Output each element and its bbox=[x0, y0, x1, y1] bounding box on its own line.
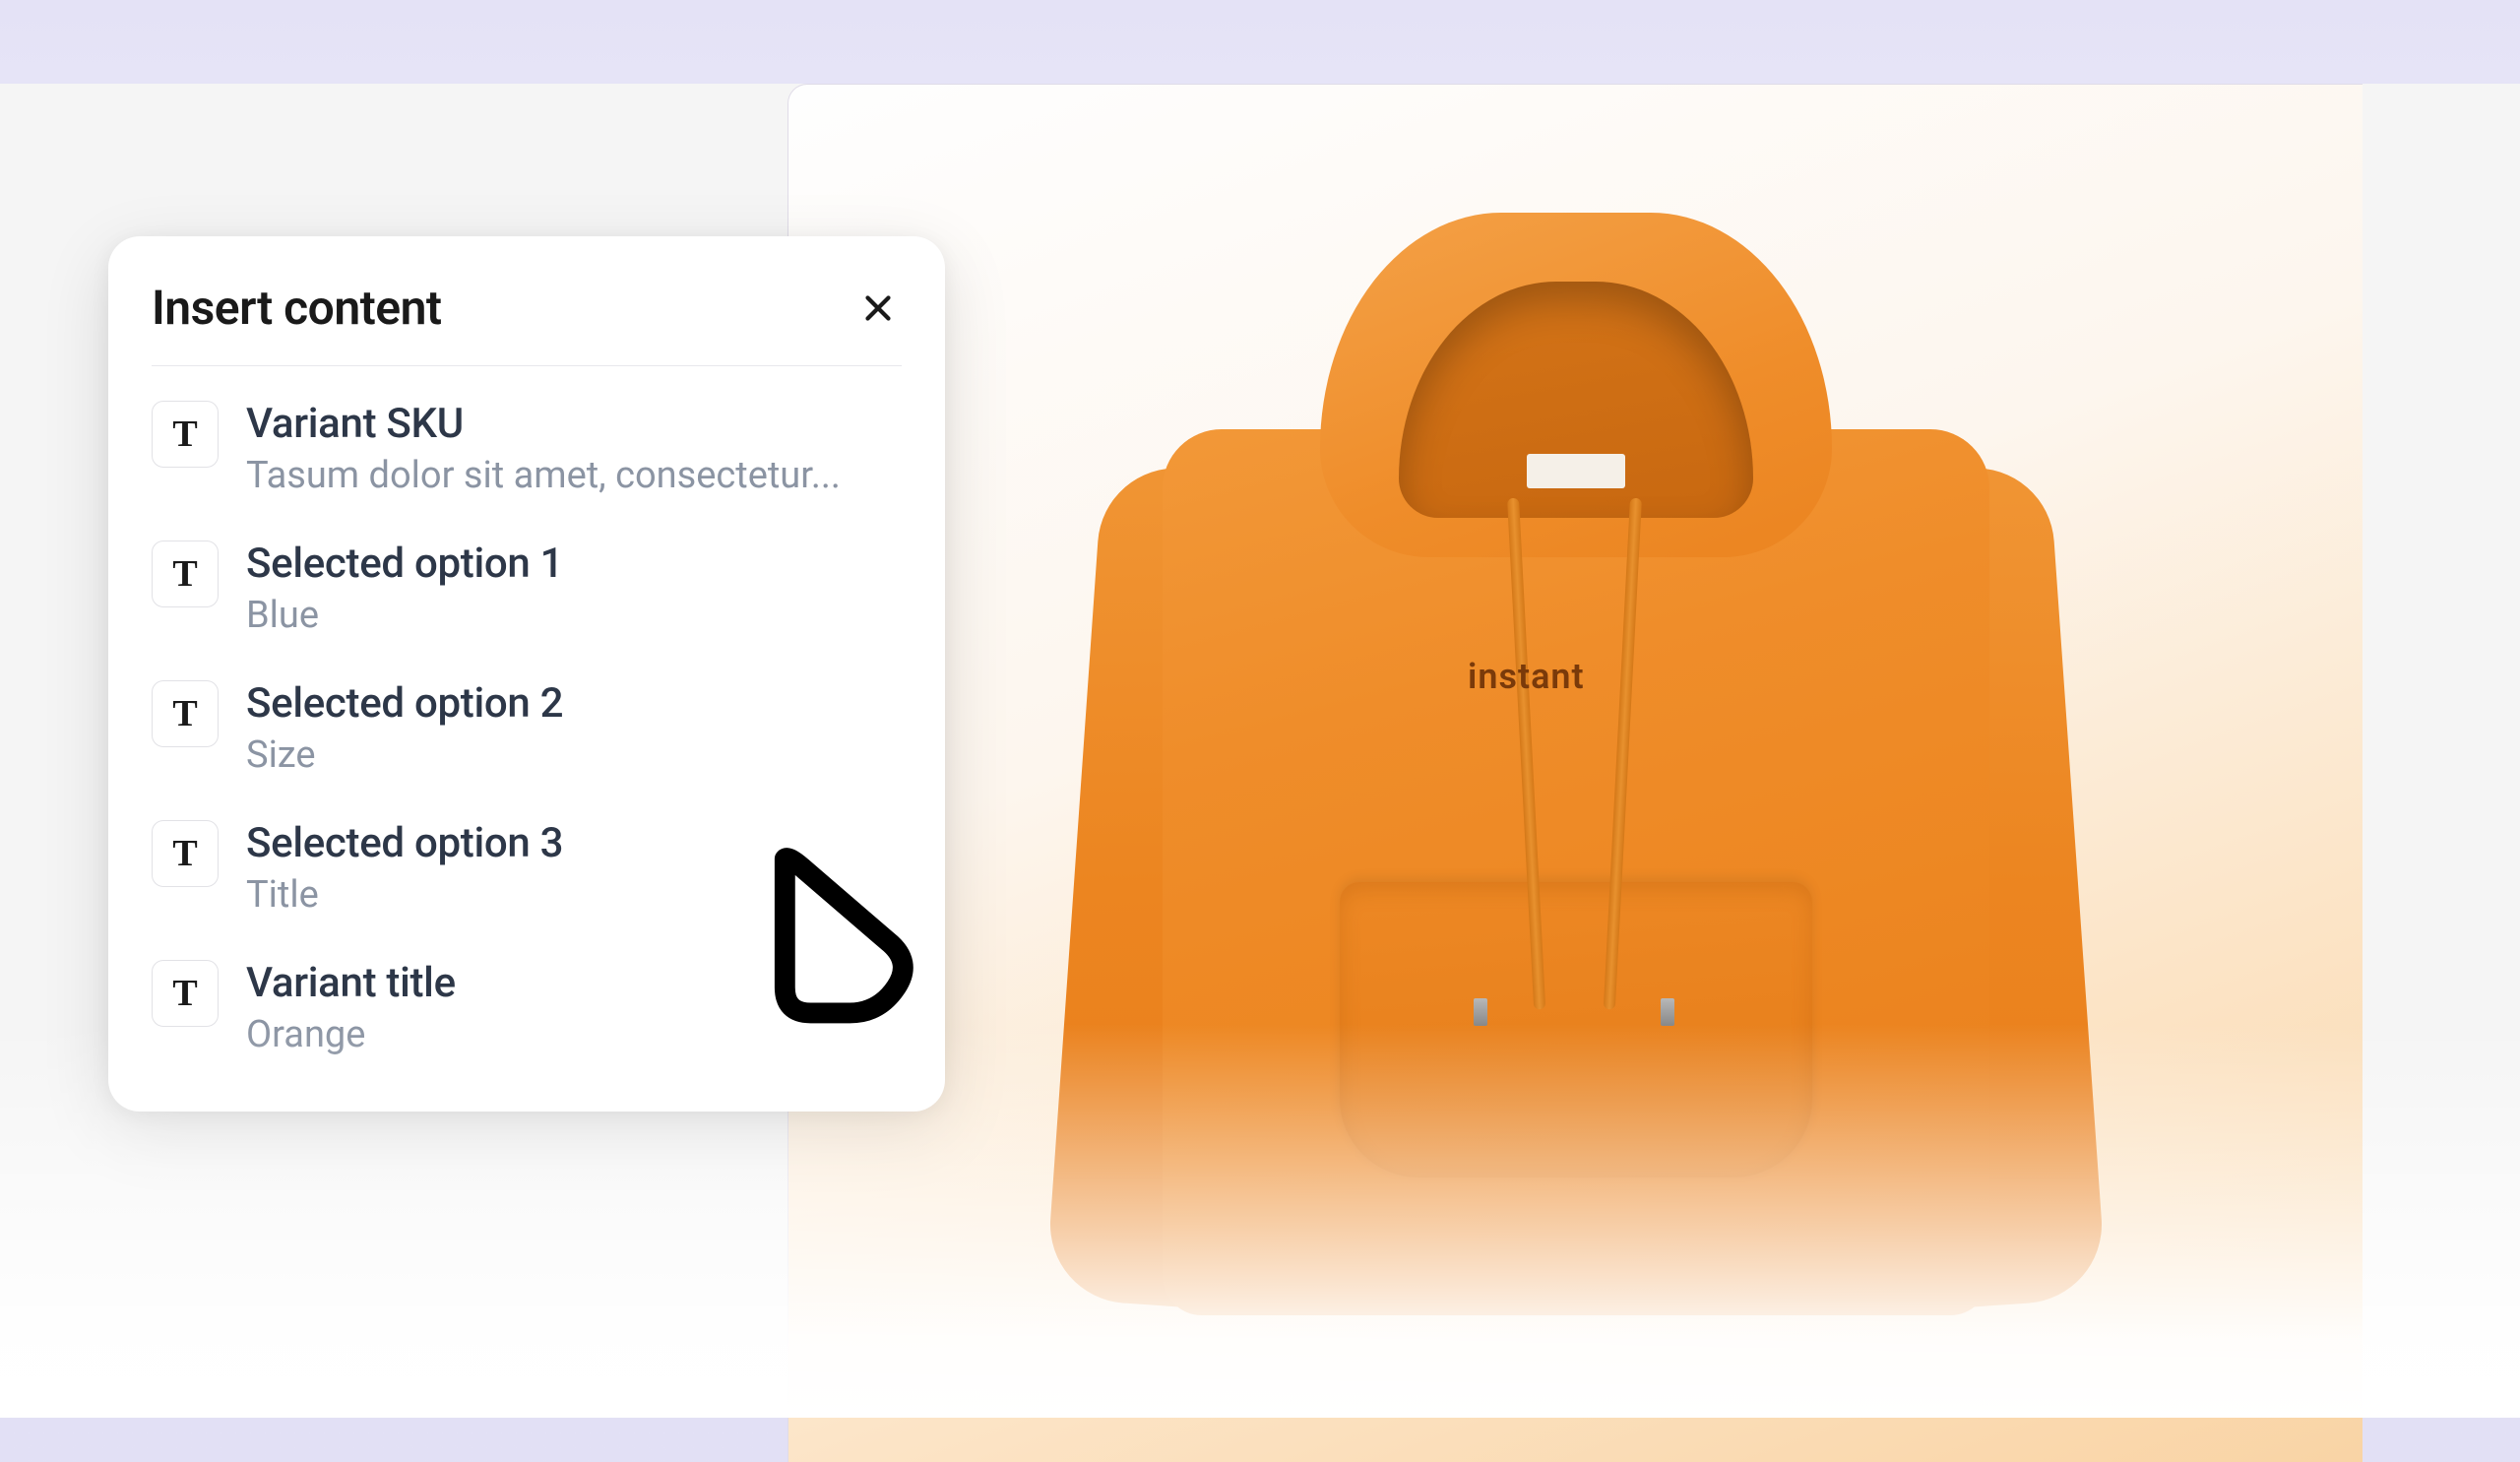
popup-title: Insert content bbox=[152, 280, 442, 336]
text-type-icon: T bbox=[152, 820, 219, 887]
content-list: T Variant SKU Tasum dolor sit amet, cons… bbox=[152, 401, 902, 1057]
list-item-selected-option-3[interactable]: T Selected option 3 Title bbox=[152, 820, 902, 919]
item-title: Variant title bbox=[246, 960, 902, 1007]
text-type-icon: T bbox=[152, 680, 219, 747]
item-title: Selected option 2 bbox=[246, 680, 902, 728]
text-type-icon: T bbox=[152, 401, 219, 468]
text-type-icon: T bbox=[152, 960, 219, 1027]
list-item-selected-option-2[interactable]: T Selected option 2 Size bbox=[152, 680, 902, 779]
item-subtitle: Orange bbox=[246, 1013, 902, 1058]
item-subtitle: Title bbox=[246, 873, 902, 919]
item-title: Selected option 1 bbox=[246, 540, 902, 588]
product-hoodie-illustration: instant bbox=[1044, 213, 2108, 1394]
item-subtitle: Tasum dolor sit amet, consectetur... bbox=[246, 454, 902, 499]
item-title: Variant SKU bbox=[246, 401, 902, 448]
main-canvas: instant Insert content T Variant SKU Tas… bbox=[0, 84, 2520, 1418]
item-subtitle: Blue bbox=[246, 594, 902, 639]
insert-content-popup: Insert content T Variant SKU Tasum dolor… bbox=[108, 236, 945, 1112]
top-bar bbox=[0, 0, 2520, 84]
close-button[interactable] bbox=[854, 285, 902, 332]
list-item-variant-sku[interactable]: T Variant SKU Tasum dolor sit amet, cons… bbox=[152, 401, 902, 499]
popup-header: Insert content bbox=[152, 280, 902, 366]
product-image-panel: instant bbox=[788, 84, 2362, 1462]
list-item-variant-title[interactable]: T Variant title Orange bbox=[152, 960, 902, 1058]
item-subtitle: Size bbox=[246, 733, 902, 779]
close-icon bbox=[860, 290, 896, 326]
item-title: Selected option 3 bbox=[246, 820, 902, 867]
text-type-icon: T bbox=[152, 540, 219, 607]
list-item-selected-option-1[interactable]: T Selected option 1 Blue bbox=[152, 540, 902, 639]
product-logo-text: instant bbox=[1468, 656, 1585, 697]
